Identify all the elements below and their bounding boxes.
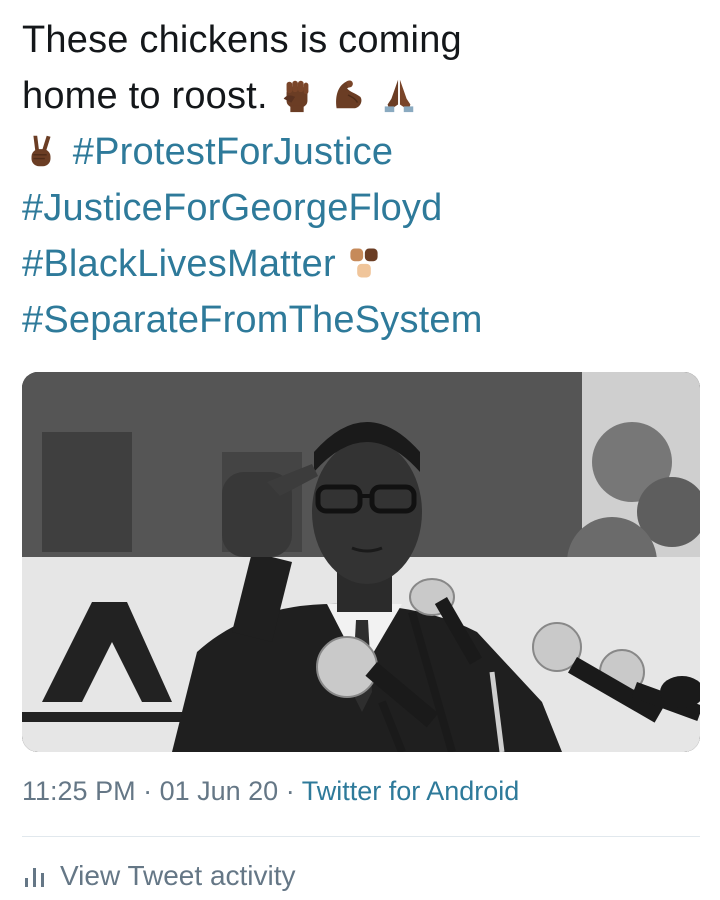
meta-separator-1: ·	[135, 776, 160, 806]
view-tweet-activity-button[interactable]: View Tweet activity	[22, 856, 296, 896]
folded-hands-emoji-icon	[380, 76, 418, 114]
man-speaking-at-microphones-photo	[22, 372, 700, 752]
view-tweet-activity-label: View Tweet activity	[60, 860, 296, 891]
hashtag-separatefromthesystem[interactable]: #SeparateFromTheSystem	[22, 299, 483, 341]
tweet-line-2: home to roost.	[22, 68, 702, 124]
tweet-line-4: #JusticeForGeorgeFloyd	[22, 180, 702, 236]
hashtag-justiceforgeorgefloyd[interactable]: #JusticeForGeorgeFloyd	[22, 187, 442, 229]
tweet-line-5: #BlackLivesMatter	[22, 236, 702, 292]
tweet-metadata: 11:25 PM · 01 Jun 20 · Twitter for Andro…	[22, 776, 519, 807]
tweet-source-link[interactable]: Twitter for Android	[302, 776, 520, 806]
meta-separator-2: ·	[278, 776, 302, 806]
raised-fists-emoji-icon	[347, 246, 381, 280]
raised-fist-emoji-icon	[278, 76, 316, 114]
tweet-line-3: #ProtestForJustice	[22, 124, 702, 180]
hashtag-protestforjustice[interactable]: #ProtestForJustice	[73, 131, 393, 173]
hashtag-blacklivesmatter[interactable]: #BlackLivesMatter	[22, 243, 336, 285]
tweet-text-line2: home to roost.	[22, 75, 268, 117]
tweet-time: 11:25 PM	[22, 776, 136, 806]
tweet-line-1: These chickens is coming	[22, 12, 702, 68]
tweet-line-6: #SeparateFromTheSystem	[22, 292, 702, 348]
bar-chart-icon	[22, 864, 48, 888]
tweet-date: 01 Jun 20	[159, 776, 279, 806]
divider	[22, 836, 700, 837]
victory-hand-emoji-icon	[22, 132, 60, 170]
flexed-biceps-emoji-icon	[329, 76, 367, 114]
tweet-text-line1: These chickens is coming	[22, 19, 462, 61]
tweet-photo[interactable]	[22, 372, 700, 752]
tweet-text: These chickens is coming home to roost.	[22, 12, 702, 348]
